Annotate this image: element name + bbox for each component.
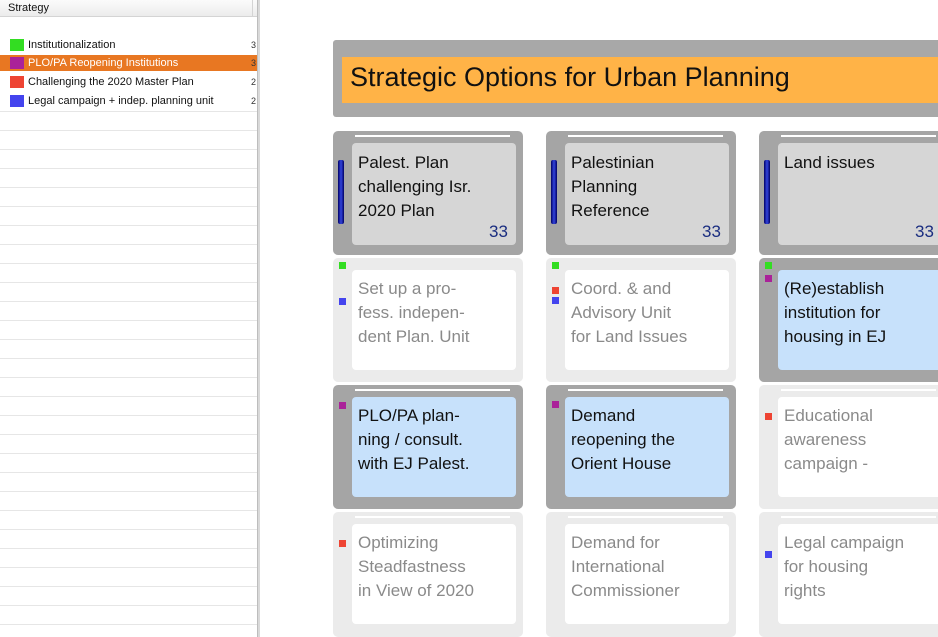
list-row-gridline: [0, 301, 257, 302]
list-row-gridline: [0, 263, 257, 264]
green-marker-icon: [765, 262, 772, 269]
red-marker-icon: [552, 287, 559, 294]
header-card-count: 33: [915, 222, 934, 241]
list-row-gridline: [0, 206, 257, 207]
option-card-text: Optimizing Steadfastness in View of 2020: [358, 533, 474, 600]
option-card-text: PLO/PA plan- ning / consult. with EJ Pal…: [358, 406, 470, 473]
strategy-item-label: Institutionalization: [28, 39, 116, 51]
canvas-title: Strategic Options for Urban Planning: [350, 62, 790, 92]
strategy-item-institutionalization[interactable]: Institutionalization 3: [0, 37, 257, 53]
header-card-count: 33: [702, 222, 721, 241]
strategy-item-count: 2: [251, 96, 257, 106]
list-row-gridline: [0, 149, 257, 150]
column-resize-handle[interactable]: [252, 0, 253, 17]
option-card-text: Demand reopening the Orient House: [571, 406, 675, 473]
strategy-item-count: 3: [251, 40, 257, 50]
header-card-text: Palest. Plan challenging Isr. 2020 Plan: [358, 153, 472, 220]
strategy-item-label: Legal campaign + indep. planning unit: [28, 95, 214, 107]
list-row-gridline: [0, 130, 257, 131]
option-card-text: Educational awareness campaign -: [784, 406, 873, 473]
option-card-text: Set up a pro- fess. indepen- dent Plan. …: [358, 279, 470, 346]
list-row-gridline: [0, 434, 257, 435]
list-row-gridline: [0, 187, 257, 188]
list-row-gridline: [0, 377, 257, 378]
blue-marker-icon: [339, 298, 346, 305]
strategy-color-swatch: [10, 57, 24, 69]
blue-marker-icon: [552, 297, 559, 304]
list-row-gridline: [0, 586, 257, 587]
card-top-line: [355, 135, 510, 137]
list-row-gridline: [0, 358, 257, 359]
list-row-gridline: [0, 244, 257, 245]
card-top-line: [568, 135, 723, 137]
strategy-color-swatch: [10, 95, 24, 107]
list-row-gridline: [0, 282, 257, 283]
strategy-column-header[interactable]: Strategy: [0, 0, 257, 17]
list-row-gridline: [0, 548, 257, 549]
card-top-line: [568, 389, 723, 391]
red-marker-icon: [765, 413, 772, 420]
list-row-gridline: [0, 605, 257, 606]
list-row-gridline: [0, 491, 257, 492]
strategy-color-swatch: [10, 76, 24, 88]
strategy-item-label: PLO/PA Reopening Institutions: [28, 57, 179, 69]
header-card-text: Palestinian Planning Reference: [571, 153, 655, 220]
green-marker-icon: [552, 262, 559, 269]
list-row-gridline: [0, 567, 257, 568]
option-card-text: Coord. & and Advisory Unit for Land Issu…: [571, 279, 688, 346]
list-row-gridline: [0, 415, 257, 416]
option-card-text: Demand for International Commissioner: [571, 533, 680, 600]
blue-marker-icon: [765, 551, 772, 558]
card-top-line: [568, 516, 723, 518]
strategy-item-plo-pa-reopening[interactable]: PLO/PA Reopening Institutions 3: [0, 55, 257, 71]
card-top-line: [781, 135, 936, 137]
header-card-text: Land issues: [784, 153, 875, 172]
header-bar-marker: [551, 160, 557, 224]
panel-splitter[interactable]: [257, 0, 260, 637]
purple-marker-icon: [339, 402, 346, 409]
strategy-item-count: 3: [251, 58, 257, 68]
list-row-gridline: [0, 396, 257, 397]
list-row-gridline: [0, 529, 257, 530]
list-row-gridline: [0, 472, 257, 473]
strategy-item-label: Challenging the 2020 Master Plan: [28, 76, 194, 88]
purple-marker-icon: [552, 401, 559, 408]
list-row-gridline: [0, 111, 257, 112]
strategy-color-swatch: [10, 39, 24, 51]
strategy-item-count: 2: [251, 77, 257, 87]
strategy-item-legal-campaign[interactable]: Legal campaign + indep. planning unit 2: [0, 93, 257, 109]
header-bar-marker: [764, 160, 770, 224]
card-top-line: [781, 516, 936, 518]
card-top-line: [355, 516, 510, 518]
list-row-gridline: [0, 339, 257, 340]
header-bar-marker: [338, 160, 344, 224]
strategy-item-challenging-2020-plan[interactable]: Challenging the 2020 Master Plan 2: [0, 74, 257, 90]
list-row-gridline: [0, 624, 257, 625]
header-card-count: 33: [489, 222, 508, 241]
list-row-gridline: [0, 225, 257, 226]
list-row-gridline: [0, 510, 257, 511]
list-row-gridline: [0, 320, 257, 321]
card-top-line: [355, 389, 510, 391]
list-row-gridline: [0, 453, 257, 454]
option-card-text: (Re)establish institution for housing in…: [784, 279, 887, 346]
list-row-gridline: [0, 168, 257, 169]
card-top-line: [781, 389, 936, 391]
strategy-panel: Strategy Institutionalization 3 PLO/PA R…: [0, 0, 257, 637]
green-marker-icon: [339, 262, 346, 269]
option-card-text: Legal campaign for housing rights: [784, 533, 905, 600]
red-marker-icon: [339, 540, 346, 547]
purple-marker-icon: [765, 275, 772, 282]
